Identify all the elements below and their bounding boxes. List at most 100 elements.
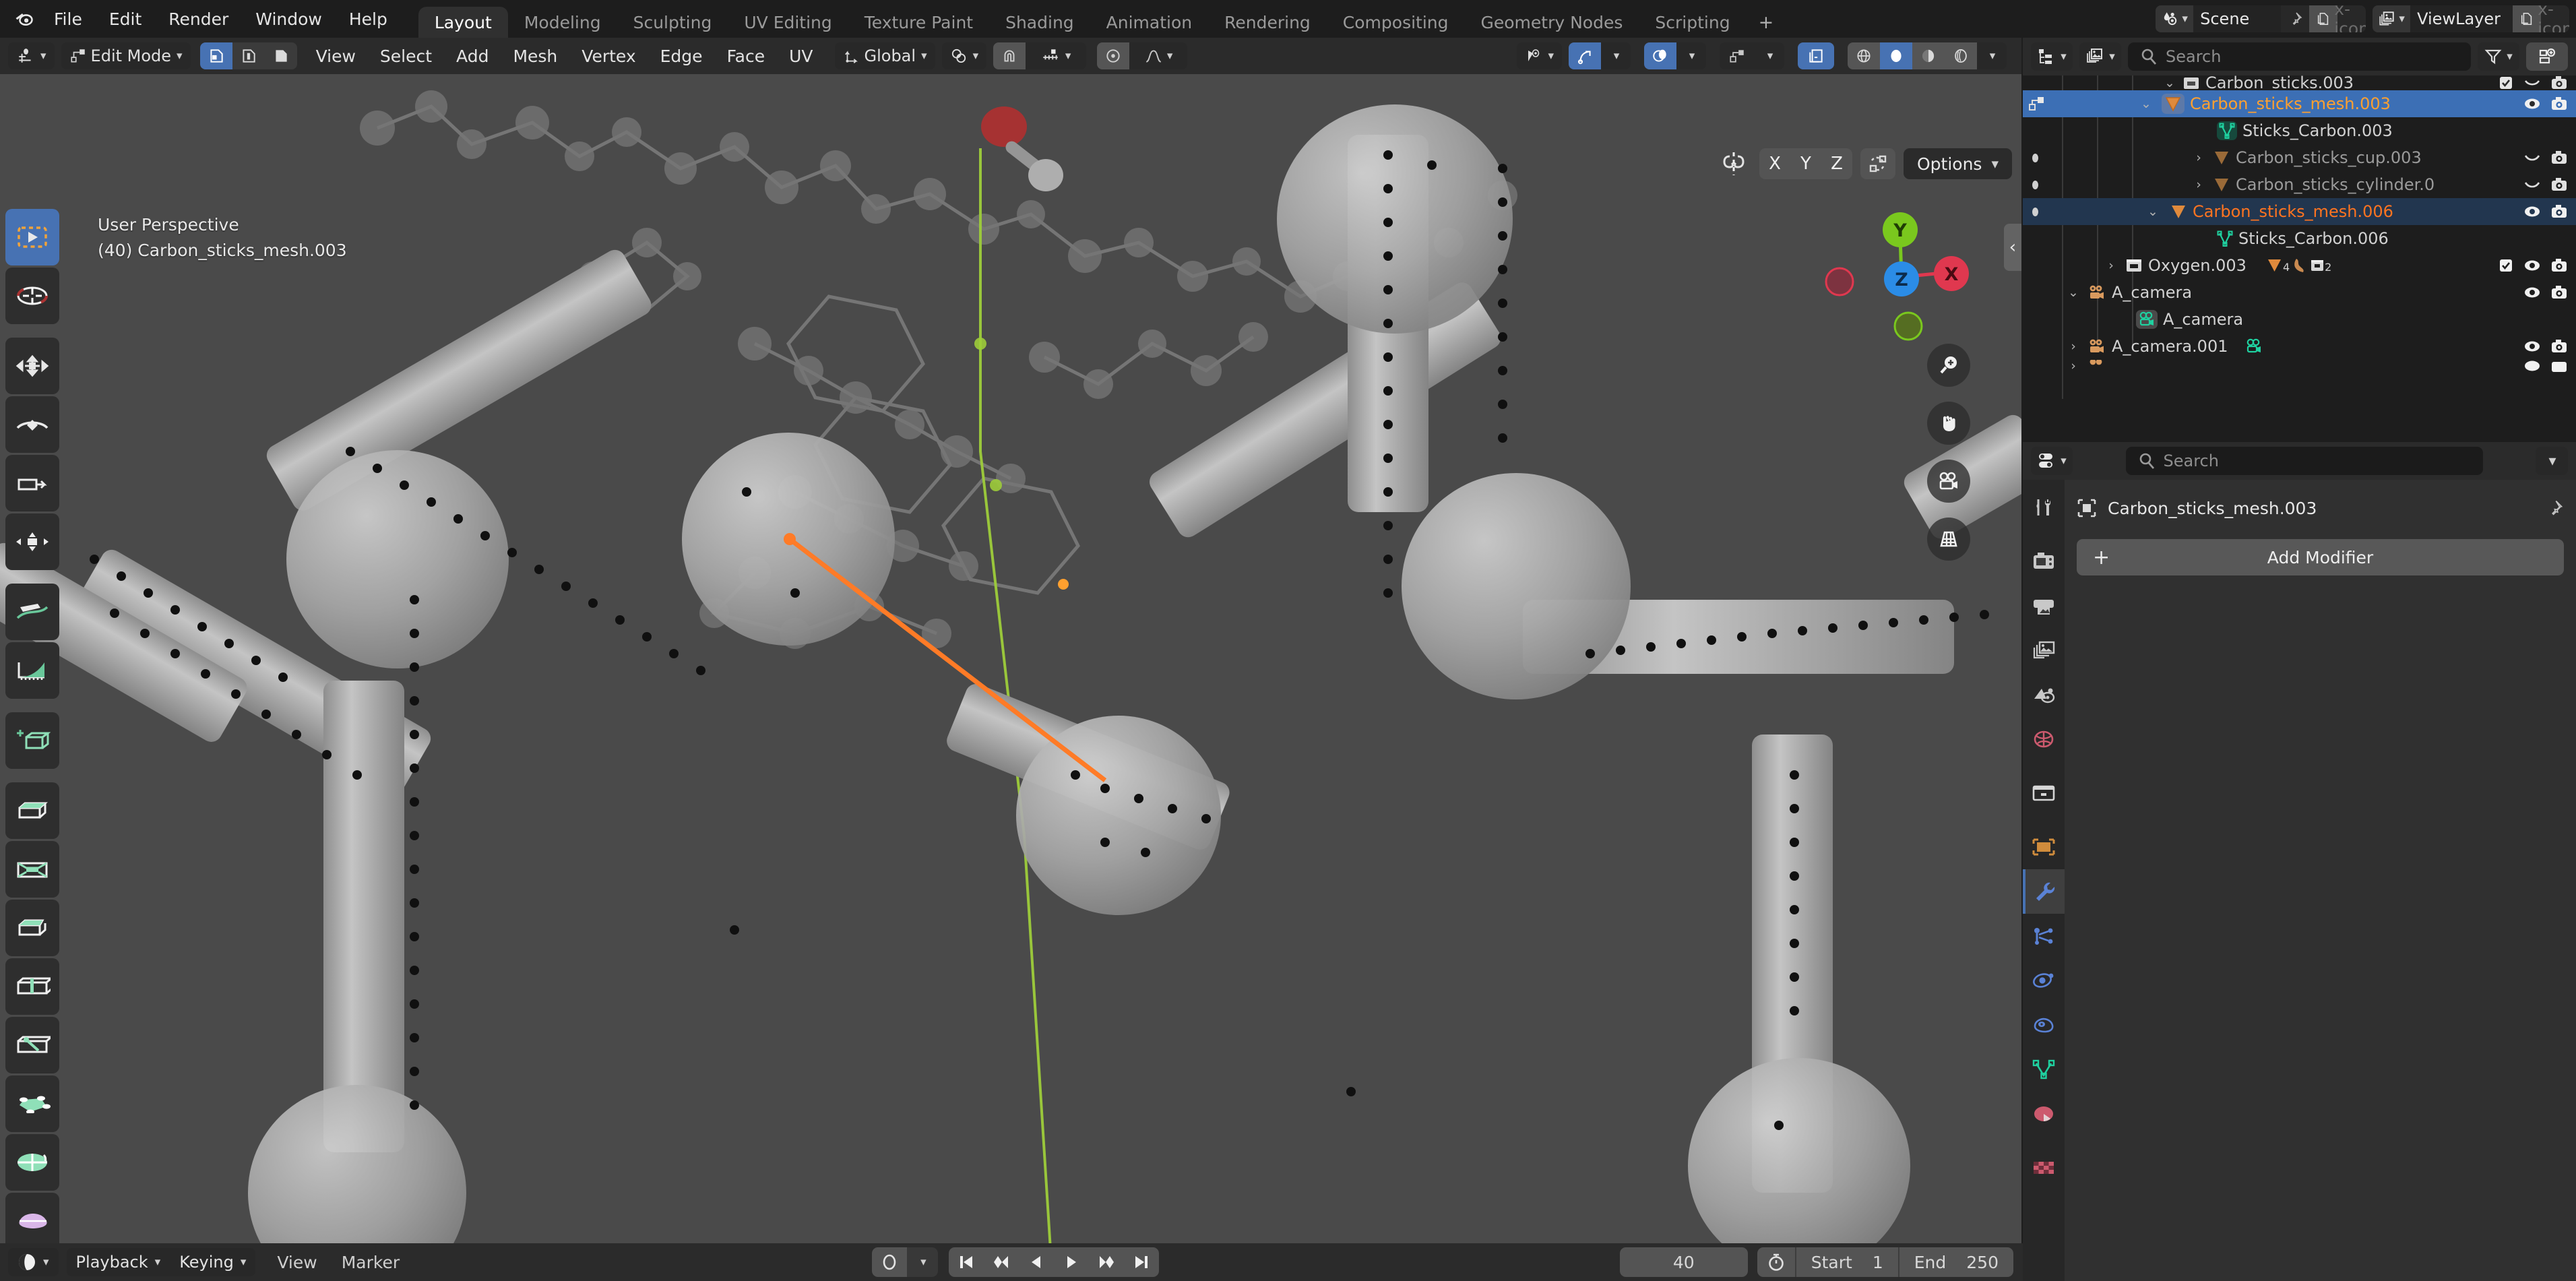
- eye-open-icon[interactable]: [2523, 257, 2541, 274]
- eye-open-icon[interactable]: [2523, 204, 2541, 220]
- start-frame-field[interactable]: Start 1: [1796, 1247, 1898, 1277]
- inset-faces-tool-button[interactable]: [5, 841, 59, 898]
- camera-render-icon[interactable]: [2550, 204, 2568, 220]
- hide-closed-icon[interactable]: [2523, 150, 2541, 165]
- annotate-tool-button[interactable]: [5, 584, 59, 640]
- shading-wireframe-button[interactable]: [1848, 42, 1880, 69]
- outliner-id-type-icon[interactable]: ▾: [2079, 42, 2121, 71]
- camera-render-icon[interactable]: [2550, 257, 2568, 274]
- scale-tool-button[interactable]: [5, 455, 59, 511]
- shading-rendered-button[interactable]: [1945, 42, 1977, 69]
- xray-options-chevron[interactable]: ▾: [1755, 42, 1784, 69]
- perspective-grid-icon[interactable]: [1927, 518, 1970, 561]
- 3d-viewport[interactable]: User Perspective (40) Carbon_sticks_mesh…: [0, 74, 2021, 1243]
- scene-icon[interactable]: ▾: [2156, 5, 2194, 32]
- menu-edit[interactable]: Edit: [96, 0, 155, 38]
- viewport-menu-face[interactable]: Face: [715, 42, 778, 69]
- blender-logo-icon[interactable]: [0, 0, 40, 38]
- jump-to-end-button[interactable]: [1124, 1247, 1160, 1277]
- vertex-select-mode-button[interactable]: [199, 42, 232, 69]
- navigation-gizmo[interactable]: Y Z X: [1822, 206, 1977, 361]
- outliner-row-clipped-bottom[interactable]: ›: [2023, 360, 2576, 372]
- tab-uv-editing[interactable]: UV Editing: [728, 7, 848, 38]
- xray-toggle-icon[interactable]: [1720, 42, 1755, 69]
- outliner-row-carbon-sticks-mesh-006[interactable]: ⌄ Carbon_sticks_mesh.006: [2023, 198, 2576, 225]
- properties-tab-texture[interactable]: [2023, 1146, 2065, 1190]
- pan-hand-icon[interactable]: [1927, 402, 1970, 445]
- viewlayer-icon[interactable]: ▾: [2373, 5, 2411, 32]
- jump-to-start-button[interactable]: [949, 1247, 984, 1277]
- extrude-region-tool-button[interactable]: [5, 782, 59, 839]
- shading-solid-button[interactable]: [1880, 42, 1912, 69]
- smooth-tool-button[interactable]: [5, 1193, 59, 1243]
- menu-help[interactable]: Help: [336, 0, 401, 38]
- axis-x-button[interactable]: X: [1759, 148, 1790, 179]
- mirror-icon[interactable]: [1719, 151, 1751, 177]
- new-viewlayer-icon[interactable]: [2513, 5, 2541, 32]
- falloff-selector[interactable]: ▾: [1129, 42, 1188, 69]
- play-reverse-button[interactable]: [1019, 1247, 1055, 1277]
- overlays-toggle-icon[interactable]: [1644, 42, 1676, 69]
- camera-render-icon[interactable]: [2550, 177, 2568, 193]
- outliner-row-sticks-carbon-006[interactable]: Sticks_Carbon.006: [2023, 225, 2576, 252]
- bevel-tool-button[interactable]: [5, 900, 59, 956]
- properties-tab-tool[interactable]: [2023, 485, 2065, 530]
- checkbox-icon[interactable]: [2498, 257, 2514, 274]
- tab-texture-paint[interactable]: Texture Paint: [848, 7, 989, 38]
- timeline-menu-marker[interactable]: Marker: [329, 1253, 412, 1272]
- properties-tab-output[interactable]: [2023, 584, 2065, 628]
- outliner-row-carbon-sticks-collection[interactable]: ⌄ Carbon_sticks.003: [2023, 75, 2576, 90]
- camera-render-icon[interactable]: [2550, 96, 2568, 112]
- viewport-options-button[interactable]: Options ▾: [1903, 148, 2012, 179]
- funnel-filter-icon[interactable]: ▾: [2478, 42, 2519, 71]
- magnet-icon[interactable]: [993, 42, 1026, 69]
- properties-tab-data[interactable]: [2023, 1047, 2065, 1092]
- gizmo-options-chevron[interactable]: ▾: [1601, 42, 1631, 69]
- shading-material-button[interactable]: [1912, 42, 1945, 69]
- properties-tab-render[interactable]: [2023, 539, 2065, 584]
- menu-render[interactable]: Render: [155, 0, 242, 38]
- new-scene-icon[interactable]: [2309, 5, 2338, 32]
- tab-compositing[interactable]: Compositing: [1327, 7, 1465, 38]
- new-collection-icon[interactable]: [2526, 42, 2568, 71]
- properties-editor-icon[interactable]: ▾: [2031, 447, 2073, 475]
- tab-shading[interactable]: Shading: [989, 7, 1090, 38]
- add-cube-tool-button[interactable]: [5, 712, 59, 769]
- viewlayer-selector[interactable]: ▾ ViewLayer x-icon: [2373, 5, 2569, 32]
- edge-select-mode-button[interactable]: [232, 42, 265, 69]
- viewport-menu-uv[interactable]: UV: [777, 42, 825, 69]
- keying-set-icon[interactable]: [872, 1247, 908, 1277]
- axis-z-button[interactable]: Z: [1821, 148, 1852, 179]
- properties-tab-modifier[interactable]: [2023, 869, 2065, 914]
- poly-build-tool-button[interactable]: [5, 1075, 59, 1132]
- outliner-display-mode-icon[interactable]: ▾: [2031, 42, 2073, 71]
- spin-tool-button[interactable]: [5, 1134, 59, 1191]
- tab-geometry-nodes[interactable]: Geometry Nodes: [1465, 7, 1639, 38]
- restrict-select-icon[interactable]: [2028, 95, 2046, 113]
- tab-scripting[interactable]: Scripting: [1639, 7, 1746, 38]
- viewport-menu-vertex[interactable]: Vertex: [569, 42, 648, 69]
- 3d-cursor-tool-button[interactable]: [5, 268, 59, 324]
- pivot-point-selector[interactable]: ▾: [941, 42, 987, 69]
- viewport-menu-select[interactable]: Select: [368, 42, 444, 69]
- camera-render-icon[interactable]: [2550, 150, 2568, 166]
- tab-rendering[interactable]: Rendering: [1208, 7, 1327, 38]
- zoom-icon[interactable]: [1927, 344, 1970, 387]
- transform-orientation-selector[interactable]: Global ▾: [834, 42, 935, 69]
- prev-keyframe-button[interactable]: [984, 1247, 1019, 1277]
- menu-file[interactable]: File: [40, 0, 96, 38]
- camera-view-icon[interactable]: [1927, 460, 1970, 503]
- pin-icon[interactable]: [2545, 499, 2564, 518]
- knife-tool-button[interactable]: [5, 1017, 59, 1073]
- viewport-menu-mesh[interactable]: Mesh: [501, 42, 569, 69]
- scene-name[interactable]: Scene: [2193, 5, 2282, 32]
- properties-tab-constraints[interactable]: [2023, 1003, 2065, 1047]
- outliner-row-a-camera[interactable]: ⌄ A_camera: [2023, 279, 2576, 306]
- outliner-row-oxygen-003[interactable]: › Oxygen.003 4 2: [2023, 252, 2576, 279]
- outliner-row-sticks-carbon-003[interactable]: Sticks_Carbon.003: [2023, 117, 2576, 144]
- outliner-row-carbon-sticks-cup-003[interactable]: › Carbon_sticks_cup.003: [2023, 144, 2576, 171]
- scene-selector[interactable]: ▾ Scene x-icon: [2156, 5, 2366, 32]
- snap-target-selector[interactable]: ▾: [1026, 42, 1087, 69]
- editor-type-3dview-icon[interactable]: ▾: [8, 42, 55, 69]
- move-tool-button[interactable]: [5, 338, 59, 394]
